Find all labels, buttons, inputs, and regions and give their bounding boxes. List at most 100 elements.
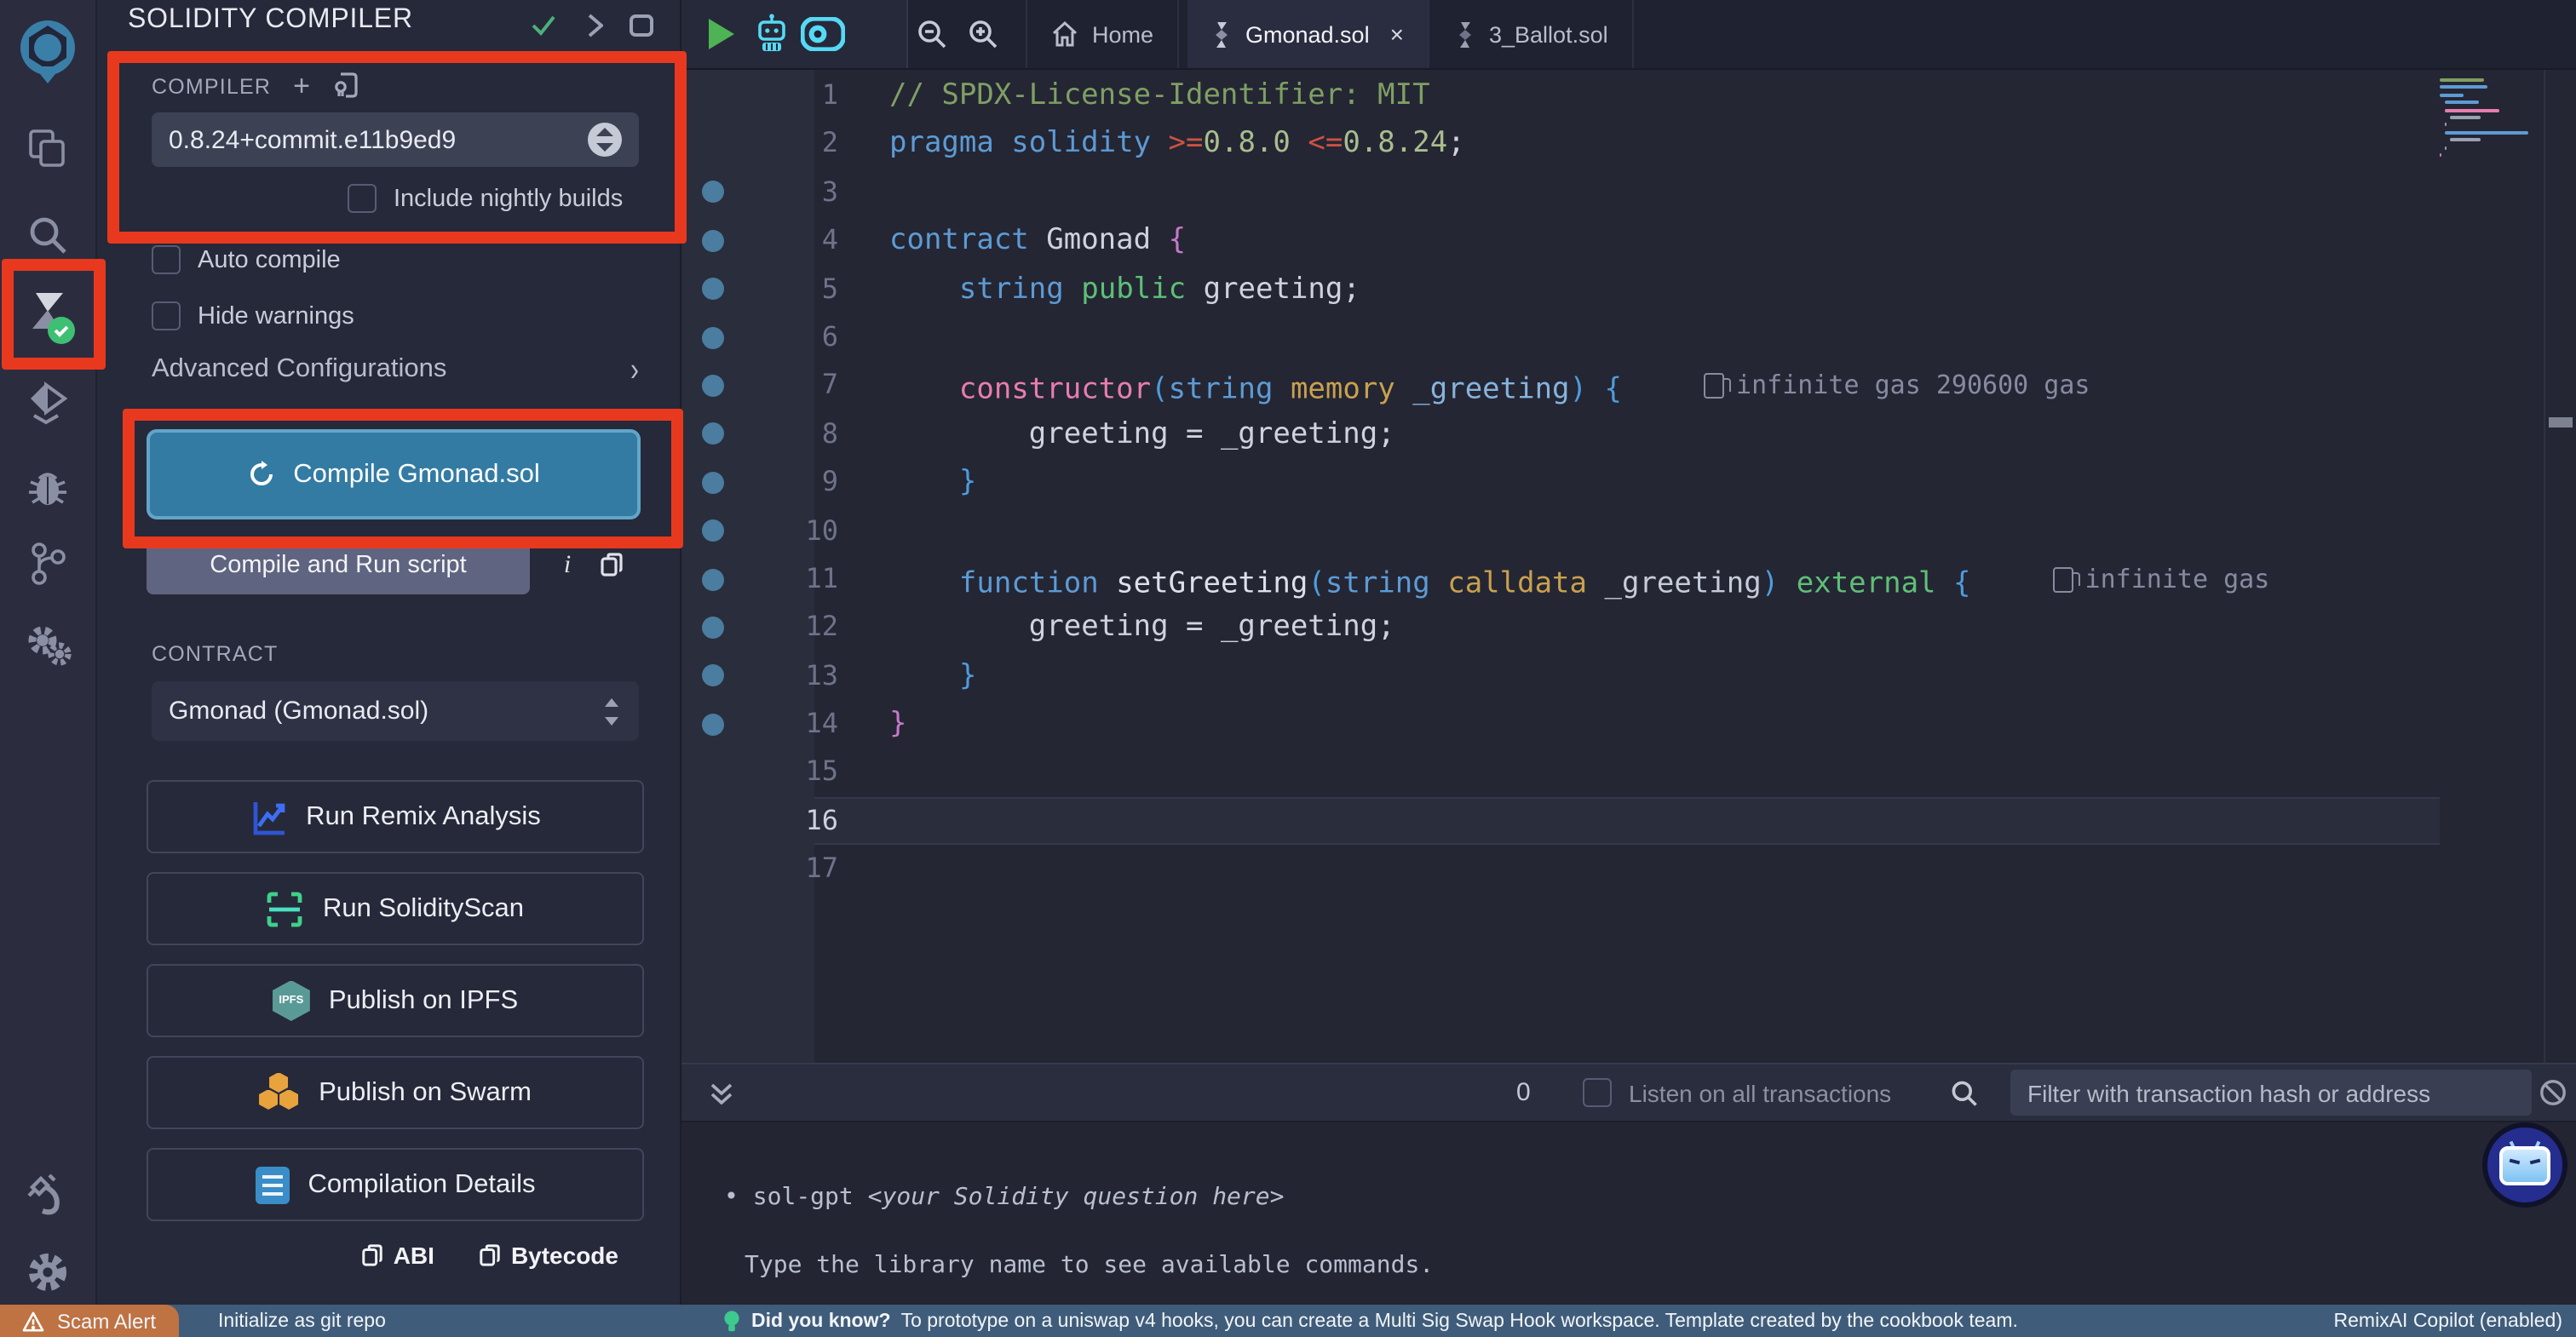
- close-tab-icon[interactable]: ×: [1390, 20, 1404, 48]
- plugin-manager-icon[interactable]: [22, 620, 73, 671]
- warning-icon: [23, 1311, 45, 1331]
- copy-script-icon[interactable]: [598, 550, 625, 577]
- refresh-icon: [247, 460, 276, 489]
- home-icon: [1051, 20, 1078, 48]
- ai-robot-icon[interactable]: [746, 9, 797, 60]
- code-line: [681, 749, 2440, 797]
- robot-face-icon: [2499, 1145, 2550, 1185]
- listen-checkbox[interactable]: [1583, 1064, 1612, 1121]
- zoom-out-icon[interactable]: [906, 9, 957, 60]
- run-remix-analysis-button[interactable]: Run Remix Analysis: [147, 780, 644, 853]
- code-line: }: [681, 458, 2440, 507]
- document-icon: [255, 1166, 289, 1203]
- editor-toolbar: [681, 0, 908, 68]
- run-solidityscan-button[interactable]: Run SolidityScan: [147, 872, 644, 945]
- ipfs-icon: IPFS: [273, 980, 310, 1021]
- solidity-file-icon: [1455, 21, 1475, 47]
- contract-select-value: Gmonad (Gmonad.sol): [169, 697, 603, 726]
- auto-compile-checkbox[interactable]: [152, 245, 181, 274]
- copy-bytecode-button[interactable]: Bytecode: [479, 1242, 618, 1269]
- compile-button[interactable]: Compile Gmonad.sol: [147, 429, 641, 519]
- debugger-icon[interactable]: [22, 463, 73, 514]
- remix-logo[interactable]: [14, 17, 82, 85]
- publish-on-swarm-button[interactable]: Publish on Swarm: [147, 1056, 644, 1129]
- abi-bytecode-row: ABI Bytecode: [97, 1242, 618, 1269]
- license-file-icon[interactable]: [332, 72, 359, 99]
- terminal-search-icon[interactable]: [1949, 1064, 1980, 1121]
- zoom-in-icon[interactable]: [957, 9, 1009, 60]
- info-icon[interactable]: i: [554, 552, 581, 579]
- panel-title: SOLIDITY COMPILER: [128, 0, 413, 44]
- select-stepper-icon: [588, 123, 622, 157]
- listen-label: Listen on all transactions: [1629, 1064, 1891, 1121]
- remix-ide-window: SOLIDITY COMPILER COMPILER + 0.8.24+comm…: [0, 0, 2576, 1337]
- auto-compile-label: Auto compile: [198, 246, 341, 273]
- terminal-help-command: • sol-gpt <your Solidity question here>: [724, 1184, 1285, 1211]
- tab-home[interactable]: Home: [1026, 0, 1179, 68]
- hide-warnings-row: Hide warnings: [152, 301, 354, 330]
- activity-bar: [0, 0, 97, 1337]
- swarm-icon: [259, 1072, 300, 1113]
- contract-section-label: CONTRACT: [152, 642, 279, 666]
- gas-pump-icon: [1704, 373, 1724, 399]
- remix-ai-assistant-button[interactable]: [2482, 1122, 2567, 1208]
- code-line: }: [681, 700, 2440, 749]
- tab-gmonad-sol[interactable]: Gmonad.sol ×: [1187, 0, 1429, 68]
- code-line: greeting = _greeting;: [681, 604, 2440, 652]
- code-line: // SPDX-License-Identifier: MIT: [681, 72, 2440, 120]
- chevron-right-icon: ›: [630, 351, 639, 388]
- compile-and-run-button[interactable]: Compile and Run script: [147, 537, 530, 594]
- copilot-toggle-icon[interactable]: [797, 9, 848, 60]
- minimap[interactable]: [2440, 78, 2545, 161]
- copilot-status[interactable]: RemixAI Copilot (enabled): [2334, 1311, 2562, 1331]
- solidity-compiler-panel: SOLIDITY COMPILER COMPILER + 0.8.24+comm…: [97, 0, 680, 1337]
- terminal-header: 0 Listen on all transactions: [681, 1064, 2576, 1122]
- include-nightly-label: Include nightly builds: [394, 185, 623, 212]
- scrollbar-thumb[interactable]: [2549, 417, 2573, 427]
- transaction-filter-input[interactable]: [2010, 1070, 2532, 1116]
- code-line: contract Gmonad {: [681, 216, 2440, 265]
- code-line: [681, 313, 2440, 362]
- compiler-version-select[interactable]: 0.8.24+commit.e11b9ed9: [152, 112, 639, 167]
- advanced-configurations[interactable]: Advanced Configurations ›: [152, 354, 639, 385]
- nightly-builds-row: Include nightly builds: [348, 184, 623, 213]
- select-arrows-icon: [603, 697, 622, 725]
- compiled-check-icon: [528, 10, 559, 41]
- search-icon[interactable]: [22, 209, 73, 261]
- run-script-play-icon[interactable]: [695, 9, 746, 60]
- code-line: [681, 507, 2440, 555]
- expand-terminal-icon[interactable]: [709, 1064, 734, 1121]
- deploy-run-icon[interactable]: [22, 378, 73, 429]
- solidity-file-icon: [1211, 21, 1232, 47]
- code-line: string public greeting;: [681, 265, 2440, 313]
- git-init-button[interactable]: Initialize as git repo: [218, 1311, 386, 1331]
- code-line: greeting = _greeting;: [681, 410, 2440, 458]
- include-nightly-checkbox[interactable]: [348, 184, 377, 213]
- settings-gear-icon[interactable]: [22, 1247, 73, 1298]
- git-icon[interactable]: [22, 538, 73, 589]
- code-line: function setGreeting(string calldata _gr…: [681, 555, 2440, 604]
- compiler-section-label: COMPILER: [152, 75, 271, 99]
- code-editor[interactable]: 1234567891011121314151617 // SPDX-Licens…: [681, 70, 2576, 1063]
- hide-warnings-checkbox[interactable]: [152, 301, 181, 330]
- code-content: // SPDX-License-Identifier: MITpragma so…: [681, 72, 2440, 893]
- pin-panel-icon[interactable]: [625, 10, 656, 41]
- clear-terminal-icon[interactable]: [2539, 1064, 2567, 1121]
- transaction-count: 0: [1516, 1064, 1531, 1121]
- tab-3-ballot-sol[interactable]: 3_Ballot.sol: [1431, 0, 1634, 68]
- contract-select[interactable]: Gmonad (Gmonad.sol): [152, 681, 639, 741]
- solidity-compiler-icon[interactable]: [17, 286, 78, 347]
- file-explorer-icon[interactable]: [22, 123, 73, 174]
- compilation-details-button[interactable]: Compilation Details: [147, 1148, 644, 1221]
- add-compiler-icon[interactable]: +: [288, 73, 315, 100]
- editor-scrollbar[interactable]: [2544, 70, 2576, 1063]
- gas-estimate: infinite gas: [2053, 555, 2270, 604]
- panel-forward-icon[interactable]: [579, 10, 610, 41]
- status-bar: Scam Alert Initialize as git repo Did yo…: [0, 1305, 2576, 1337]
- did-you-know-tip: Did you know? To prototype on a uniswap …: [722, 1309, 2018, 1333]
- copy-abi-button[interactable]: ABI: [361, 1242, 434, 1269]
- publish-on-ipfs-button[interactable]: IPFS Publish on IPFS: [147, 964, 644, 1037]
- scam-alert-badge[interactable]: Scam Alert: [0, 1305, 179, 1337]
- plugin-connector-icon[interactable]: [22, 1168, 73, 1219]
- terminal-help-line: Type the library name to see available c…: [745, 1252, 1434, 1279]
